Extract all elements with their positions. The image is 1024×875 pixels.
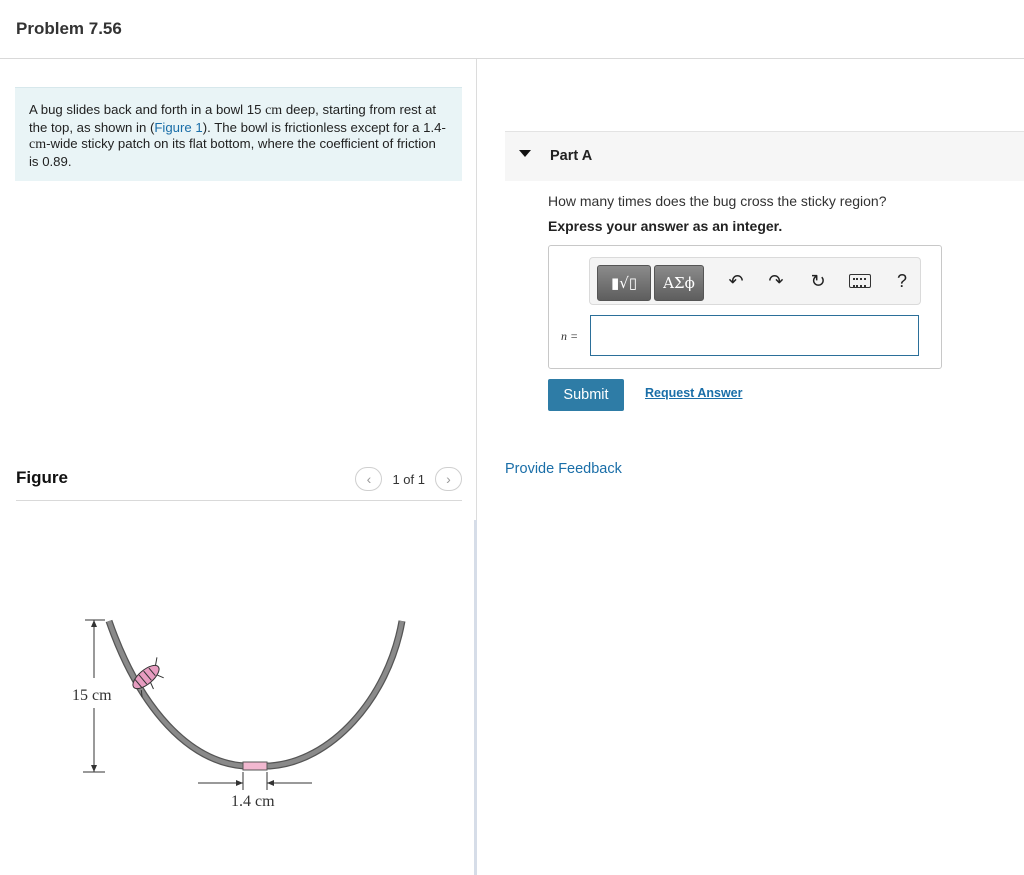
chevron-right-icon[interactable]: › <box>435 467 462 491</box>
figure-header: Figure ‹ 1 of 1 › <box>16 467 462 501</box>
depth-arrow-down <box>91 765 97 772</box>
bowl-fill <box>106 620 405 769</box>
caret-down-icon[interactable] <box>519 150 531 157</box>
figure-pager: ‹ 1 of 1 › <box>355 467 462 491</box>
patch-width-label: 1.4 cm <box>231 793 275 810</box>
problem-text: A bug slides back and forth in a bowl 15… <box>29 102 446 170</box>
instruction-text: Express your answer as an integer. <box>548 218 783 234</box>
depth-label: 15 cm <box>72 687 112 704</box>
help-icon[interactable]: ? <box>891 271 913 292</box>
problem-statement: A bug slides back and forth in a bowl 15… <box>15 87 462 181</box>
provide-feedback-link[interactable]: Provide Feedback <box>505 461 622 477</box>
sticky-patch <box>242 761 268 771</box>
unit-cm: cm <box>29 137 47 152</box>
math-toolbar: ▮√▯ ΑΣϕ ↶ ↷ ↻ ? <box>589 257 921 305</box>
part-a-header[interactable]: Part A <box>505 131 1024 181</box>
figure-title: Figure <box>16 468 68 487</box>
submit-button[interactable]: Submit <box>548 379 624 411</box>
bug-leg <box>157 674 164 679</box>
figure-page-count: 1 of 1 <box>392 471 425 487</box>
patch-width-dimension: 1.4 cm <box>198 772 312 810</box>
variable-label: n = <box>561 329 579 343</box>
patch-arrow-left <box>236 780 243 786</box>
problem-text-part: A bug slides back and forth in a bowl 15 <box>29 102 266 117</box>
bowl-figure: 15 cm 1.4 cm <box>72 619 406 810</box>
part-a-title: Part A <box>550 148 593 164</box>
reset-icon[interactable]: ↻ <box>807 271 829 292</box>
keyboard-icon[interactable] <box>849 274 871 288</box>
figure-link[interactable]: Figure 1 <box>154 120 202 135</box>
undo-icon[interactable]: ↶ <box>725 271 747 292</box>
patch-arrow-right <box>267 780 274 786</box>
page-title: Problem 7.56 <box>16 19 122 38</box>
problem-text-part: -wide sticky patch on its flat bottom, w… <box>29 136 436 169</box>
chevron-left-icon[interactable]: ‹ <box>355 467 383 491</box>
bug-antenna <box>155 657 158 666</box>
problem-text-part: ). The bowl is frictionless except for a… <box>202 119 446 135</box>
redo-icon[interactable]: ↷ <box>765 271 787 292</box>
templates-button[interactable]: ▮√▯ <box>597 265 651 301</box>
right-pane: Part A How many times does the bug cross… <box>477 59 1024 875</box>
question-text: How many times does the bug cross the st… <box>548 193 887 209</box>
greek-symbols-button[interactable]: ΑΣϕ <box>654 265 704 301</box>
page-header: Problem 7.56 <box>0 0 1024 59</box>
unit-cm: cm <box>265 103 283 118</box>
answer-box: ▮√▯ ΑΣϕ ↶ ↷ ↻ ? n = <box>548 245 942 369</box>
answer-input[interactable] <box>590 315 919 356</box>
request-answer-link[interactable]: Request Answer <box>645 386 742 400</box>
depth-arrow-up <box>91 620 97 627</box>
depth-dimension: 15 cm <box>72 619 112 773</box>
bowl-shape <box>105 619 406 770</box>
